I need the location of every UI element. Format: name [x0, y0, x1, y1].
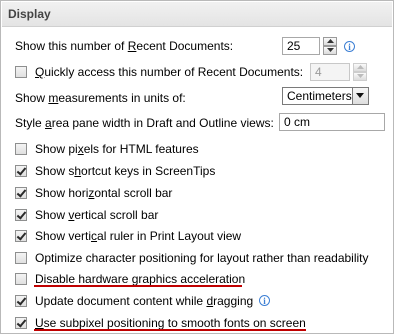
style-area-label: Style area pane width in Draft and Outli…	[15, 116, 274, 130]
section-title: Display	[8, 7, 51, 21]
info-icon[interactable]: i	[344, 41, 355, 52]
style-area-width-input[interactable]: 0 cm	[279, 113, 385, 131]
info-icon[interactable]: i	[259, 295, 270, 306]
measurements-label: Show measurements in units of:	[15, 91, 186, 105]
quick-access-stepper[interactable]: 4	[310, 63, 367, 81]
measurement-units-dropdown[interactable]: Centimeters	[282, 87, 369, 105]
decrement-button[interactable]	[323, 46, 337, 55]
chevron-down-icon[interactable]	[352, 88, 368, 104]
subpixel-positioning-checkbox[interactable]	[15, 317, 27, 329]
section-header: Display	[2, 2, 392, 27]
quick-access-checkbox[interactable]	[15, 66, 27, 78]
highlight-underline	[34, 285, 242, 287]
show-vertical-scrollbar-checkbox[interactable]	[15, 209, 27, 221]
optimize-character-positioning-checkbox[interactable]	[15, 252, 27, 264]
recent-docs-label: Show this number of Recent Documents:	[15, 39, 234, 53]
show-pixels-html-checkbox[interactable]	[15, 143, 27, 155]
highlight-underline	[34, 329, 306, 331]
recent-docs-stepper[interactable]: 25	[282, 37, 337, 55]
disable-hardware-acceleration-checkbox[interactable]	[15, 273, 27, 285]
increment-button[interactable]	[353, 63, 367, 72]
show-shortcut-keys-checkbox[interactable]	[15, 165, 27, 177]
show-vertical-ruler-checkbox[interactable]	[15, 230, 27, 242]
increment-button[interactable]	[323, 37, 337, 46]
show-horizontal-scrollbar-checkbox[interactable]	[15, 187, 27, 199]
display-options-panel: Display Show this number of Recent Docum…	[0, 0, 394, 334]
update-content-dragging-checkbox[interactable]	[15, 295, 27, 307]
decrement-button[interactable]	[353, 72, 367, 81]
